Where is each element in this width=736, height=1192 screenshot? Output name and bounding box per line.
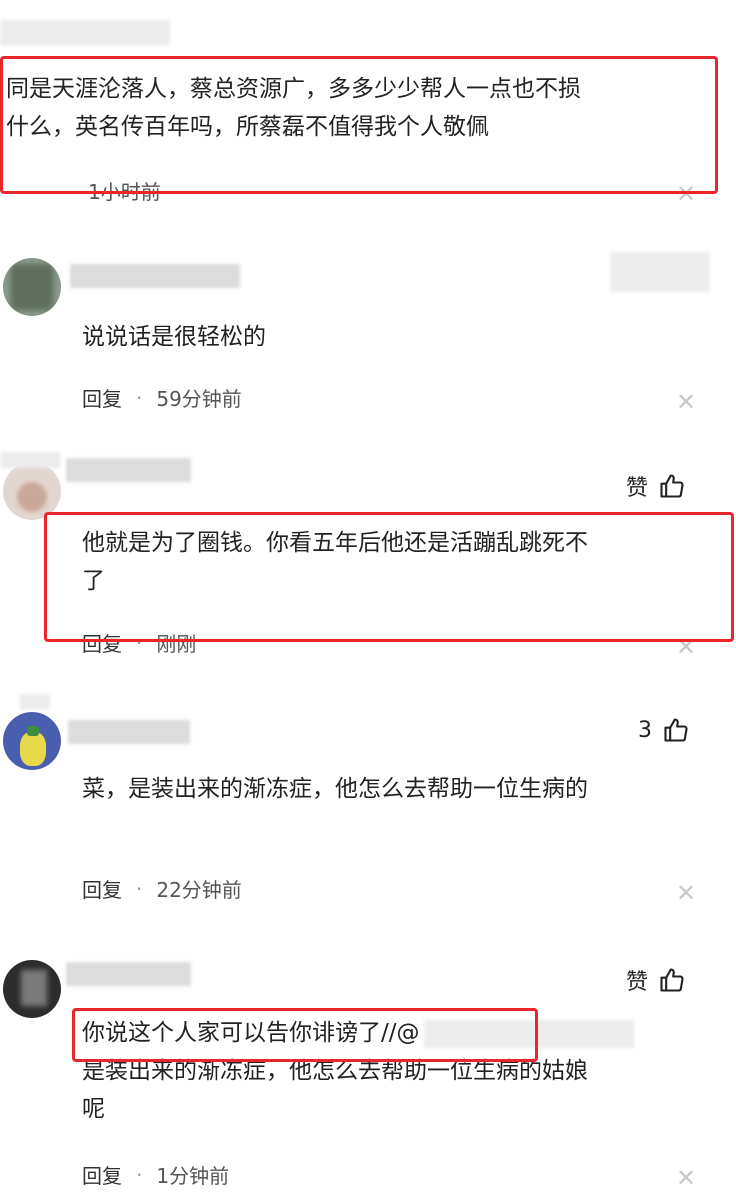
timestamp: 1分钟前 [156, 1164, 230, 1188]
avatar[interactable] [3, 960, 61, 1018]
username-blurred[interactable] [68, 720, 190, 744]
username-blurred[interactable] [66, 962, 191, 986]
timestamp: 22分钟前 [156, 878, 242, 902]
username-blurred [0, 20, 170, 46]
comment-meta: 回复 · 22分钟前 [82, 874, 242, 903]
avatar[interactable] [3, 258, 61, 316]
highlight-box [72, 1008, 538, 1062]
like-button[interactable]: 3 [638, 716, 690, 744]
like-label: 赞 [626, 476, 649, 501]
thumbs-up-icon [660, 474, 684, 498]
like-count: 3 [638, 717, 652, 743]
close-icon[interactable]: ✕ [676, 1166, 696, 1190]
reply-button[interactable]: 回复 [82, 874, 122, 903]
username-blurred[interactable] [70, 264, 240, 288]
timestamp: 59分钟前 [156, 387, 242, 411]
like-button[interactable]: 赞 [626, 470, 686, 502]
highlight-box [44, 512, 734, 642]
comment-text: 说说话是很轻松的 [82, 324, 266, 350]
like-label: 赞 [626, 970, 649, 995]
thumbs-up-icon [664, 718, 688, 742]
thumbs-up-icon [660, 968, 684, 992]
username-blurred [20, 694, 50, 710]
reply-button[interactable]: 回复 [82, 383, 122, 412]
highlight-box [0, 56, 718, 194]
reply-button[interactable]: 回复 [82, 1160, 122, 1189]
comment-meta: 回复 · 1分钟前 [82, 1160, 229, 1189]
user-badge-blurred [610, 252, 710, 292]
username-blurred [0, 452, 60, 468]
close-icon[interactable]: ✕ [676, 881, 696, 905]
avatar[interactable] [3, 712, 61, 770]
comment-text: 菜，是装出来的渐冻症，他怎么去帮助一位生病的 [82, 776, 588, 802]
comment-meta: 回复 · 59分钟前 [82, 383, 242, 412]
like-button[interactable]: 赞 [626, 964, 686, 996]
username-blurred[interactable] [66, 458, 191, 482]
close-icon[interactable]: ✕ [676, 390, 696, 414]
